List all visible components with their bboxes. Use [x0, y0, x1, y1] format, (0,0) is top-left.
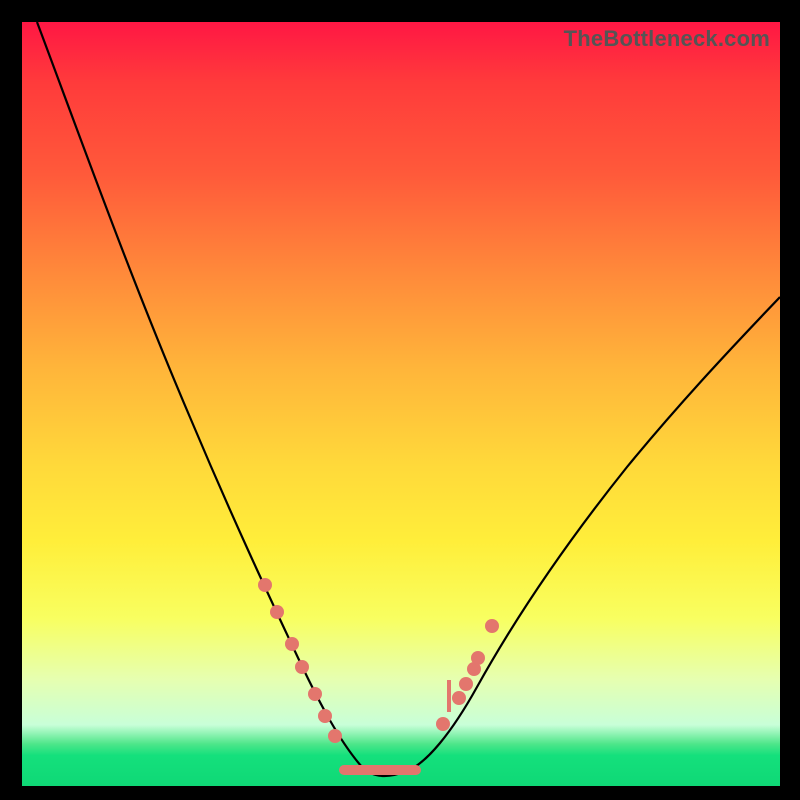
marker-group: [258, 578, 499, 743]
curve-marker: [270, 605, 284, 619]
chart-svg: [22, 22, 780, 786]
curve-marker: [436, 717, 450, 731]
curve-marker: [471, 651, 485, 665]
curve-marker: [452, 691, 466, 705]
plot-area: TheBottleneck.com: [22, 22, 780, 786]
curve-marker: [459, 677, 473, 691]
curve-marker: [308, 687, 322, 701]
curve-marker: [285, 637, 299, 651]
curve-marker: [258, 578, 272, 592]
curve-marker: [485, 619, 499, 633]
outer-frame: TheBottleneck.com: [0, 0, 800, 800]
bottleneck-curve: [37, 22, 780, 776]
curve-marker: [295, 660, 309, 674]
curve-marker: [318, 709, 332, 723]
curve-marker: [328, 729, 342, 743]
